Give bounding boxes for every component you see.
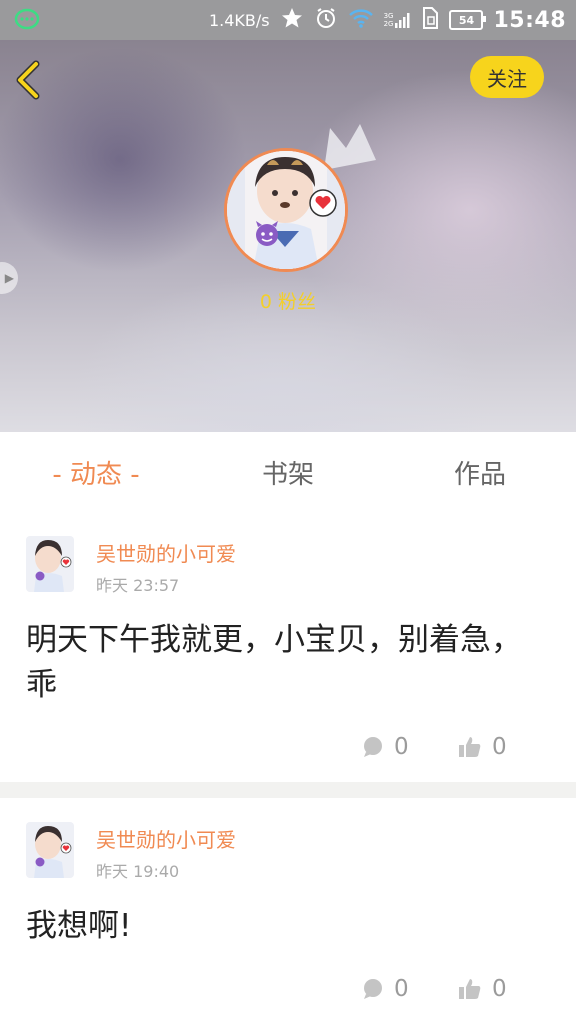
devil-emoji-icon (256, 221, 278, 246)
fans-count[interactable]: 0 粉丝 (0, 287, 576, 314)
tab-activity[interactable]: - 动态 - (0, 432, 192, 512)
chevron-right-icon: ▶ (4, 271, 14, 285)
sim-card-icon (421, 7, 439, 33)
star-icon (280, 6, 304, 34)
post-timestamp: 昨天 19:40 (96, 862, 180, 881)
signal-label-3g: 3G (383, 12, 394, 20)
profile-header: 关注 ▶ 0 粉丝 (0, 40, 576, 432)
tab-works[interactable]: 作品 (384, 432, 576, 512)
post-item: 吴世勋的小可爱 昨天 23:57 明天下午我就更，小宝贝，别着急，乖 0 0 (0, 512, 576, 782)
comment-icon (364, 979, 382, 999)
signal-icon: 3G 2G (384, 11, 412, 29)
follow-button[interactable]: 关注 (470, 56, 544, 98)
status-bar: 1.4KB/s 3G 2G 54 15:48 (0, 0, 576, 40)
author-avatar-image (26, 536, 74, 592)
like-count: 0 (492, 734, 507, 760)
author-avatar-image (26, 822, 74, 878)
post-divider (0, 782, 576, 798)
comment-button[interactable]: 0 (362, 734, 409, 760)
avatar-photo (227, 151, 345, 269)
post-content: 明天下午我就更，小宝贝，别着急，乖 (26, 622, 522, 703)
post-author-name[interactable]: 吴世勋的小可爱 (96, 538, 236, 567)
tab-bookshelf[interactable]: 书架 (192, 432, 384, 512)
like-button[interactable]: 0 (458, 976, 507, 1002)
like-button[interactable]: 0 (458, 734, 507, 760)
status-icons: 1.4KB/s 3G 2G 54 15:48 (209, 0, 566, 40)
post-item: 吴世勋的小可爱 昨天 19:40 我想啊! 0 0 (0, 798, 576, 1024)
comment-button[interactable]: 0 (362, 976, 409, 1002)
chevron-left-icon (16, 60, 40, 100)
chat-bubble-icon (14, 8, 40, 32)
thumbs-up-icon (459, 737, 481, 757)
signal-label-2g: 2G (383, 20, 394, 28)
clock: 15:48 (493, 7, 566, 33)
battery-icon: 54 (449, 10, 487, 30)
heart-badge-icon (309, 189, 337, 217)
back-button[interactable] (12, 60, 48, 100)
profile-tabs: - 动态 - 书架 作品 (0, 432, 576, 513)
wifi-icon (348, 7, 374, 33)
like-count: 0 (492, 976, 507, 1002)
post-author-avatar[interactable] (26, 536, 74, 592)
comment-count: 0 (394, 734, 409, 760)
thumbs-up-icon (459, 979, 481, 999)
net-speed: 1.4KB/s (208, 10, 270, 30)
post-timestamp: 昨天 23:57 (96, 576, 180, 595)
comment-count: 0 (394, 976, 409, 1002)
profile-avatar[interactable] (224, 148, 348, 272)
alarm-icon (314, 6, 338, 34)
post-content: 我想啊! (26, 908, 132, 944)
comment-icon (364, 737, 382, 757)
post-author-avatar[interactable] (26, 822, 74, 878)
post-author-name[interactable]: 吴世勋的小可爱 (96, 824, 236, 853)
